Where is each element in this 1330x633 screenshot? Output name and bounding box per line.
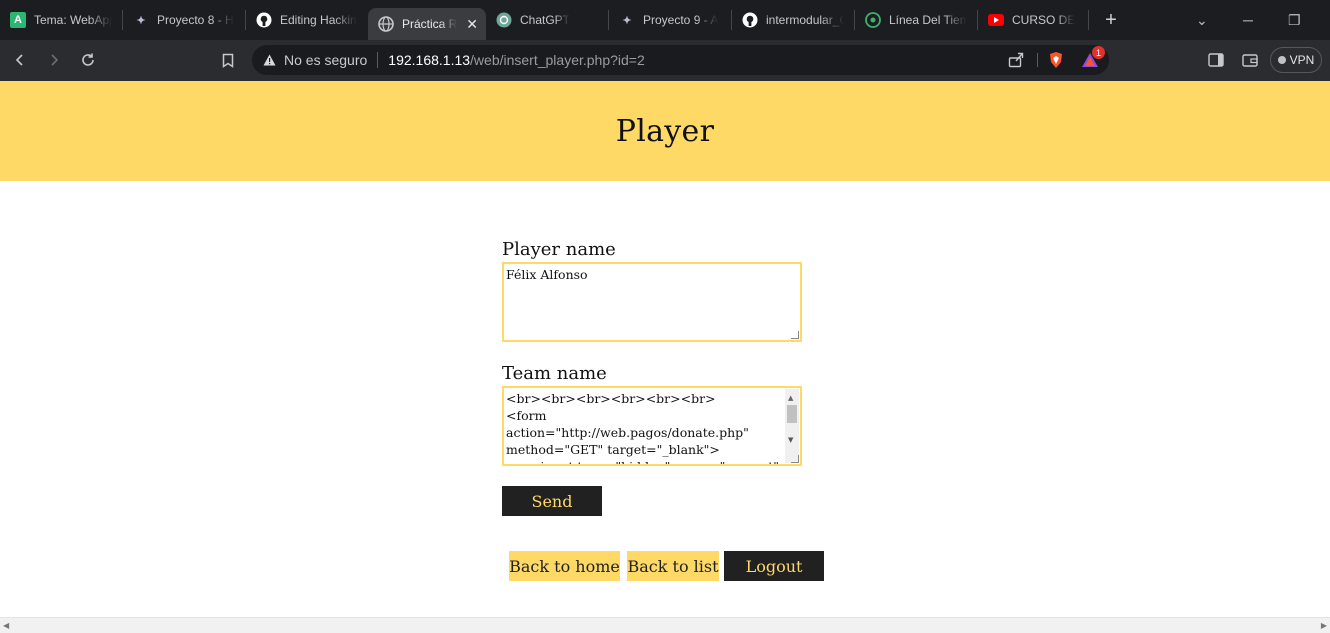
feather-icon: ✦ [136, 14, 146, 27]
scroll-left-icon[interactable]: ◀ [3, 621, 9, 630]
brave-shields-icon[interactable] [1048, 51, 1064, 72]
tab-label: Práctica R [402, 17, 458, 31]
textarea-scrollbar[interactable]: ▲ ▼ [785, 389, 799, 463]
chatgpt-icon [496, 12, 512, 28]
warning-triangle-icon[interactable] [262, 54, 276, 66]
page-content: Player Player name Félix Alfonso Team na… [0, 81, 1330, 633]
vpn-status-icon [1277, 56, 1286, 64]
page-header: Player [0, 81, 1330, 181]
scroll-thumb[interactable] [787, 405, 797, 423]
page-title: Player [615, 113, 715, 149]
android-studio-icon: A [10, 12, 26, 28]
resize-grip-icon[interactable] [791, 455, 799, 463]
tab-label: Proyecto 9 - A [643, 13, 719, 27]
scroll-right-icon[interactable]: ▶ [1321, 621, 1327, 630]
team-name-label: Team name [502, 363, 607, 384]
wallet-icon[interactable] [1238, 48, 1262, 72]
restore-icon[interactable]: ❐ [1288, 0, 1301, 40]
tab-label: Tema: WebApp [34, 13, 112, 27]
team-name-field[interactable]: <br><br><br><br><br><br> <form action="h… [502, 386, 802, 466]
page-horizontal-scrollbar[interactable]: ◀ ▶ [0, 617, 1330, 633]
tab-active[interactable]: Práctica R ✕ [368, 8, 486, 40]
tab-separator [1088, 10, 1089, 30]
tab-search-chevron-icon[interactable]: ⌄ [1196, 0, 1208, 40]
tab-label: Editing Hackin [280, 13, 357, 27]
player-name-label: Player name [502, 239, 616, 260]
back-to-home-button[interactable]: Back to home [509, 551, 620, 581]
vpn-button[interactable]: VPN [1270, 47, 1322, 73]
address-bar[interactable]: No es seguro 192.168.1.13 /web/insert_pl… [252, 45, 1109, 75]
github-icon [742, 12, 758, 28]
notification-badge: 1 [1092, 46, 1105, 59]
send-button[interactable]: Send [502, 486, 602, 516]
close-icon[interactable]: ✕ [466, 16, 478, 33]
new-tab-plus-icon[interactable]: + [1099, 9, 1123, 32]
vpn-label: VPN [1289, 53, 1315, 67]
tab-9[interactable]: CURSO DE [978, 0, 1088, 40]
tab-7[interactable]: intermodular_C [732, 0, 854, 40]
back-to-list-button[interactable]: Back to list [627, 551, 719, 581]
tab-6[interactable]: ✦ Proyecto 9 - A [609, 0, 731, 40]
timeline-icon [865, 12, 881, 28]
url-host: 192.168.1.13 [388, 52, 471, 68]
github-icon [256, 12, 272, 28]
tab-label: ChatGPT [520, 13, 571, 27]
feather-icon: ✦ [622, 14, 632, 27]
logout-button[interactable]: Logout [724, 551, 824, 581]
tab-8[interactable]: Línea Del Tiem [855, 0, 977, 40]
player-form: Player name Félix Alfonso Team name <br>… [502, 238, 832, 516]
url-path: /web/insert_player.php?id=2 [470, 52, 645, 68]
tab-label: Proyecto 8 - H [157, 13, 234, 27]
bookmark-icon[interactable] [216, 48, 240, 72]
tab-2[interactable]: ✦ Proyecto 8 - H [123, 0, 245, 40]
minimize-icon[interactable]: ─ [1243, 0, 1253, 40]
youtube-icon [988, 12, 1004, 28]
browser-toolbar: No es seguro 192.168.1.13 /web/insert_pl… [0, 40, 1330, 81]
tab-label: intermodular_C [766, 13, 844, 27]
url-divider [377, 52, 379, 68]
globe-icon [378, 16, 394, 32]
team-name-value: <br><br><br><br><br><br> <form action="h… [506, 391, 779, 464]
player-name-field[interactable]: Félix Alfonso [502, 262, 802, 342]
tab-label: CURSO DE [1012, 13, 1076, 27]
bottom-navigation: Back to home Back to list Logout [509, 551, 824, 581]
sidebar-icon[interactable] [1204, 48, 1228, 72]
player-name-value: Félix Alfonso [506, 267, 588, 282]
browser-tab-bar: A Tema: WebApp ✦ Proyecto 8 - H Editing … [0, 0, 1330, 40]
tab-label: Línea Del Tiem [889, 13, 967, 27]
tab-3[interactable]: Editing Hackin [246, 0, 368, 40]
reload-icon[interactable] [76, 48, 100, 72]
resize-grip-icon[interactable] [791, 331, 799, 339]
share-icon[interactable] [1008, 52, 1024, 71]
back-arrow-icon[interactable] [8, 48, 32, 72]
tab-5[interactable]: ChatGPT [486, 0, 608, 40]
scroll-down-icon[interactable]: ▼ [788, 432, 793, 449]
security-status-label[interactable]: No es seguro [284, 52, 367, 68]
url-divider [1037, 53, 1038, 67]
tab-1[interactable]: A Tema: WebApp [0, 0, 122, 40]
forward-arrow-icon[interactable] [42, 48, 66, 72]
